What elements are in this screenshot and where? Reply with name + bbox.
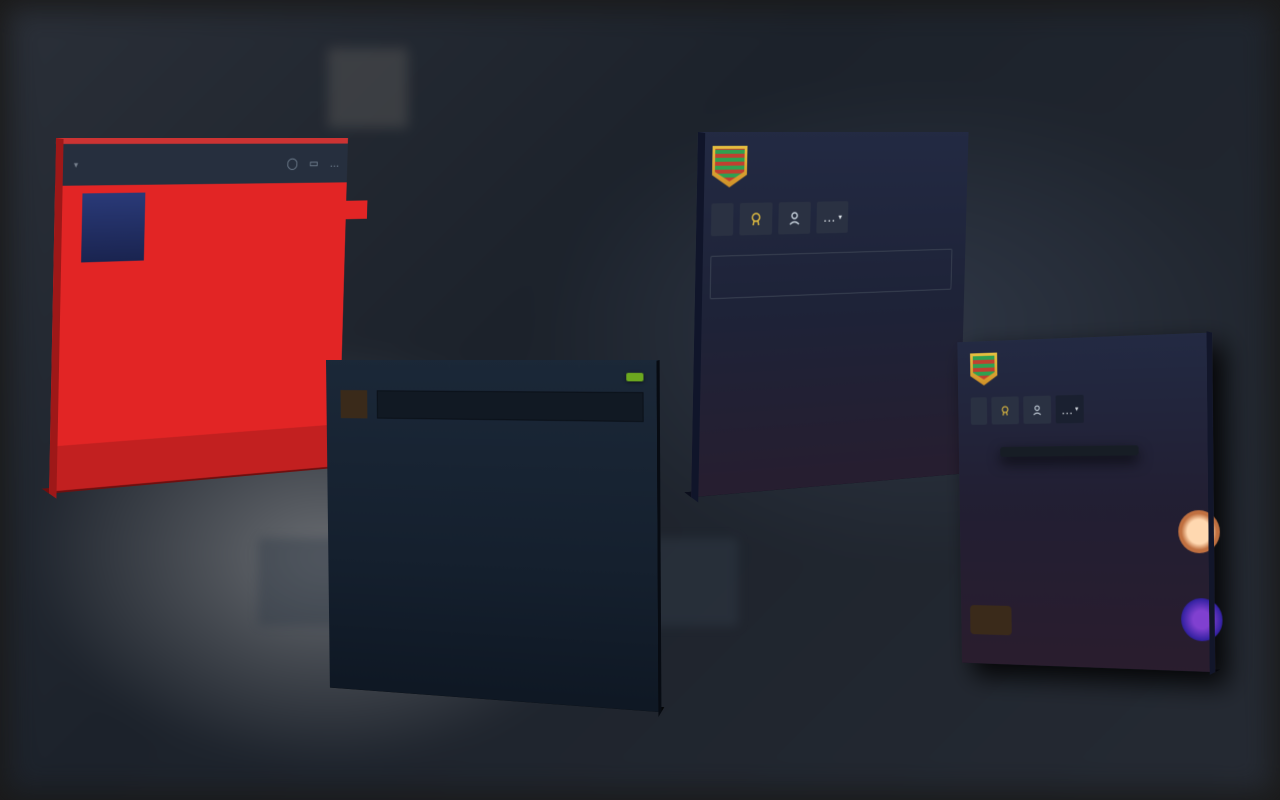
profile-header: ▾ ◯ ▭ …	[55, 144, 348, 186]
user-button[interactable]	[778, 202, 811, 235]
person-icon	[1032, 403, 1043, 416]
comment-input[interactable]	[377, 390, 644, 422]
add-friend-button[interactable]	[971, 397, 988, 425]
decorative-badge-icon	[970, 605, 1012, 635]
more-icon[interactable]: …	[330, 157, 340, 170]
steamrep-banned-label-edge	[335, 200, 368, 219]
medal-icon	[749, 211, 764, 227]
more-menu-button[interactable]: … ▾	[1056, 395, 1084, 424]
award-button[interactable]	[991, 396, 1019, 424]
plus-rep-button[interactable]	[626, 373, 643, 382]
more-options-dropdown	[1000, 445, 1138, 457]
comments-header	[340, 372, 643, 381]
badge-shield-icon	[712, 146, 748, 188]
badge-shield-icon	[970, 353, 997, 386]
decorative-badge-icon	[1181, 598, 1223, 642]
person-icon[interactable]: ▭	[309, 157, 319, 170]
medal-icon[interactable]: ◯	[287, 157, 298, 170]
person-icon	[787, 210, 802, 226]
my-avatar	[340, 390, 367, 418]
user-button[interactable]	[1023, 396, 1051, 424]
status-box	[710, 249, 953, 300]
more-menu-button[interactable]: … ▾	[816, 201, 848, 233]
award-button[interactable]	[739, 202, 772, 235]
add-friend-button[interactable]	[711, 203, 734, 236]
chat-status-title	[726, 263, 938, 270]
profile-avatar	[81, 193, 145, 263]
medal-icon	[1000, 404, 1011, 417]
